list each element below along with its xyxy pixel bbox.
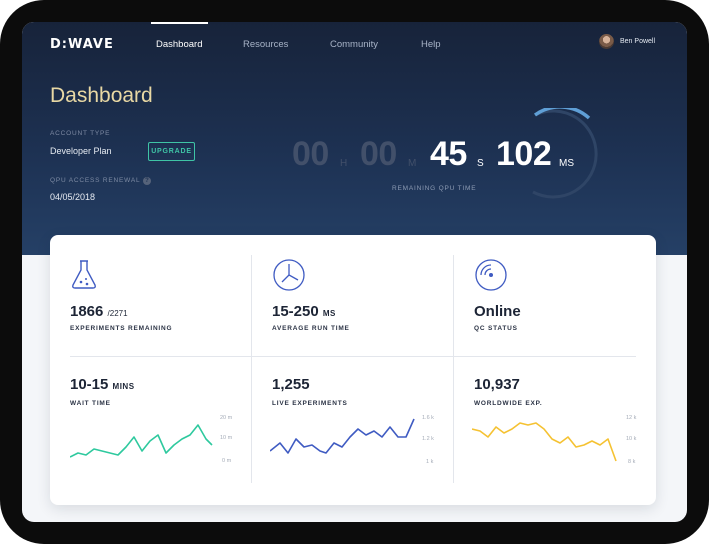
live-experiments-label: LIVE EXPERIMENTS: [272, 400, 348, 407]
worldwide-axis-label: 12 k: [626, 415, 637, 421]
worldwide-axis-label: 10 k: [626, 436, 637, 442]
timer-ring: [532, 108, 598, 199]
renewal-label: QPU ACCESS RENEWAL: [50, 177, 141, 184]
wait-axis-label: 20 m: [220, 415, 233, 421]
page-title: Dashboard: [50, 84, 153, 107]
wait-time-value: 10-15 MINS: [70, 376, 135, 393]
worldwide-exp-sparkline: [472, 422, 617, 462]
timer-seconds-unit: S: [477, 158, 484, 169]
upgrade-button[interactable]: UPGRADE: [148, 142, 195, 161]
experiments-remaining-label: EXPERIMENTS REMAINING: [70, 325, 173, 332]
qc-status-label: QC STATUS: [474, 325, 518, 332]
user-name[interactable]: Ben Powell: [620, 38, 655, 45]
worldwide-exp-label: WORLDWIDE EXP.: [474, 400, 543, 407]
live-experiments-sparkline: [270, 418, 415, 454]
avatar[interactable]: [599, 34, 614, 49]
account-type-label: ACCOUNT TYPE: [50, 130, 111, 137]
divider: [453, 255, 454, 483]
live-axis-label: 1.6 k: [422, 415, 434, 421]
signal-icon: [475, 259, 507, 291]
divider: [251, 255, 252, 483]
wait-time-label: WAIT TIME: [70, 400, 111, 407]
nav-dashboard[interactable]: Dashboard: [156, 39, 202, 50]
timer-minutes-unit: M: [408, 158, 417, 169]
wait-axis-label: 0 m: [222, 458, 232, 464]
timer-hours: 00: [292, 135, 329, 173]
info-icon[interactable]: ?: [143, 177, 151, 185]
flask-icon: [72, 260, 96, 289]
wait-axis-label: 10 m: [220, 435, 233, 441]
average-run-time-label: AVERAGE RUN TIME: [272, 325, 350, 332]
logo[interactable]: D:WAVE: [50, 37, 114, 52]
live-axis-label: 1 k: [426, 459, 434, 465]
clock-icon: [273, 259, 305, 291]
divider: [70, 356, 636, 357]
tablet-frame: D:WAVE Dashboard Resources Community Hel…: [0, 0, 709, 544]
header-hero: D:WAVE Dashboard Resources Community Hel…: [22, 22, 687, 255]
nav-help[interactable]: Help: [421, 39, 441, 50]
worldwide-axis-label: 8 k: [628, 459, 636, 465]
timer-minutes: 00: [360, 135, 397, 173]
worldwide-exp-value: 10,937: [474, 376, 520, 393]
nav-active-indicator: [151, 22, 208, 24]
wait-time-sparkline: [70, 424, 213, 458]
timer-caption: REMAINING QPU TIME: [392, 185, 477, 192]
account-type-value: Developer Plan: [50, 146, 112, 156]
average-run-time-value: 15-250 MS: [272, 303, 336, 320]
renewal-date: 04/05/2018: [50, 192, 96, 202]
app-screen: D:WAVE Dashboard Resources Community Hel…: [22, 22, 687, 522]
live-experiments-value: 1,255: [272, 376, 310, 393]
nav-community[interactable]: Community: [330, 39, 378, 50]
experiments-remaining-value: 1866 /2271: [70, 303, 128, 320]
timer-hours-unit: H: [340, 158, 348, 169]
stats-card: 1866 /2271 EXPERIMENTS REMAINING 15-250 …: [50, 235, 656, 505]
live-axis-label: 1.2 k: [422, 436, 434, 442]
timer-seconds: 45: [430, 135, 467, 173]
nav-resources[interactable]: Resources: [243, 39, 288, 50]
qc-status-value: Online: [474, 303, 521, 320]
